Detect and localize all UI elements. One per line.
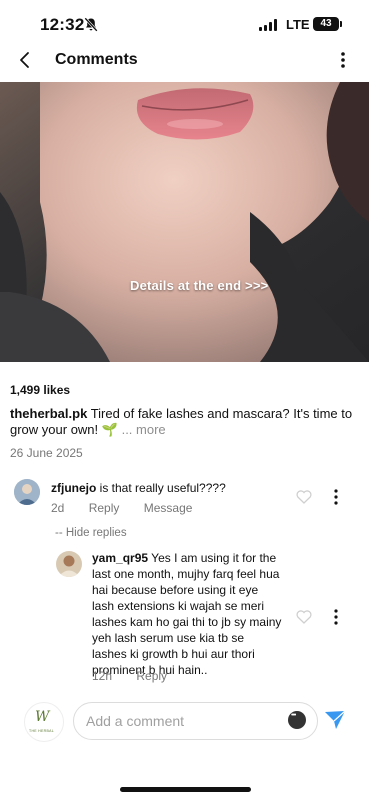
comment-input[interactable] bbox=[73, 702, 318, 740]
comment-username[interactable]: zfjunejo bbox=[51, 481, 96, 495]
post-date: 26 June 2025 bbox=[10, 446, 83, 460]
post-caption: theherbal.pk Tired of fake lashes and ma… bbox=[10, 406, 362, 438]
comment-composer: W THE HERBAL bbox=[0, 698, 369, 748]
post-media[interactable]: Details at the end >>> bbox=[0, 82, 369, 362]
send-icon[interactable] bbox=[323, 709, 347, 731]
header: Comments bbox=[0, 40, 369, 80]
brand-sub: THE HERBAL bbox=[29, 729, 54, 733]
comment-more-icon[interactable] bbox=[333, 489, 339, 505]
home-indicator bbox=[120, 787, 251, 792]
comment-body: is that really useful???? bbox=[99, 481, 226, 495]
reply-avatar-image bbox=[56, 551, 82, 577]
reply-button[interactable]: Reply bbox=[89, 501, 120, 515]
own-avatar: W THE HERBAL bbox=[24, 702, 64, 742]
comment-time: 2d bbox=[51, 501, 65, 515]
reply-meta: 12h Reply bbox=[92, 669, 188, 683]
back-arrow-icon[interactable] bbox=[14, 48, 38, 72]
network-label: LTE bbox=[286, 17, 310, 32]
reply-like-heart-icon[interactable] bbox=[296, 610, 312, 624]
signal-icon bbox=[259, 19, 277, 31]
reply-avatar[interactable] bbox=[56, 551, 82, 577]
message-button[interactable]: Message bbox=[144, 501, 193, 515]
media-overlay-text: Details at the end >>> bbox=[130, 278, 269, 293]
likes-count[interactable]: 1,499 likes bbox=[10, 383, 70, 397]
status-time: 12:32 bbox=[40, 15, 85, 34]
comment-text: zfjunejo is that really useful???? bbox=[51, 480, 291, 496]
reply-more-icon[interactable] bbox=[333, 609, 339, 625]
like-heart-icon[interactable] bbox=[296, 490, 312, 504]
bell-off-icon bbox=[84, 17, 98, 32]
reply-reply-button[interactable]: Reply bbox=[136, 669, 167, 683]
caption-username[interactable]: theherbal.pk bbox=[10, 406, 87, 421]
more-link[interactable]: ... more bbox=[122, 422, 166, 437]
reply-body: Yes I am using it for the last one month… bbox=[92, 551, 282, 677]
reply-text: yam_qr95 Yes I am using it for the last … bbox=[92, 550, 282, 678]
reply-time: 12h bbox=[92, 669, 113, 683]
comment-meta: 2d Reply Message bbox=[51, 501, 213, 515]
avatar[interactable] bbox=[14, 479, 40, 505]
hide-replies-button[interactable]: -- Hide replies bbox=[55, 527, 127, 539]
page-title: Comments bbox=[55, 51, 138, 68]
more-options-icon[interactable] bbox=[332, 48, 354, 72]
post-image bbox=[0, 82, 369, 362]
emoji-icon[interactable] bbox=[288, 711, 306, 729]
brand-logo: W bbox=[35, 709, 50, 725]
battery-icon: 43 bbox=[313, 17, 342, 31]
reply-username[interactable]: yam_qr95 bbox=[92, 551, 148, 565]
avatar-image bbox=[14, 479, 40, 505]
